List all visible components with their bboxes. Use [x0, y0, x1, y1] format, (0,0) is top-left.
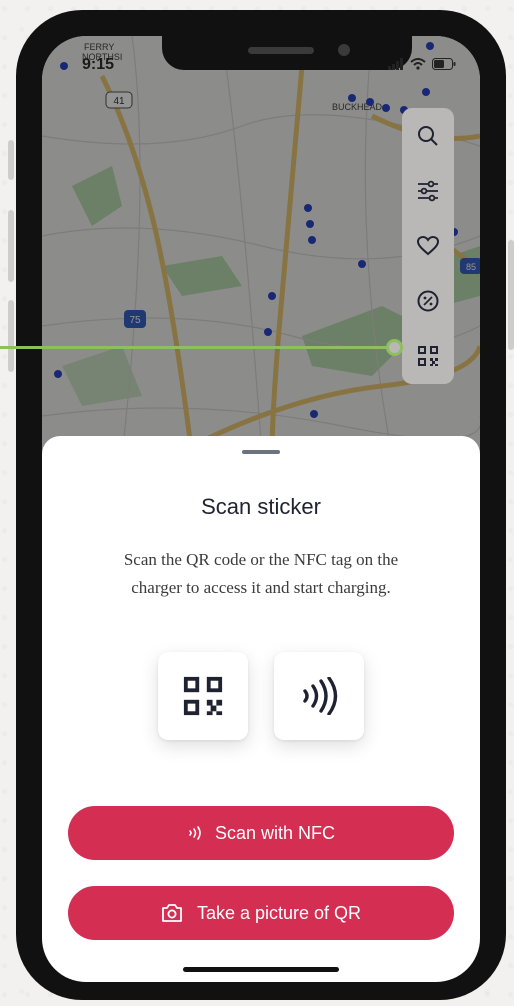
nfc-icon: [189, 826, 201, 840]
callout-pointer-line: [0, 346, 392, 349]
phone-notch: [162, 36, 412, 70]
discount-icon: [417, 290, 439, 312]
scan-sticker-sheet: Scan sticker Scan the QR code or the NFC…: [42, 436, 480, 982]
qr-code-icon: [183, 676, 223, 716]
home-indicator[interactable]: [183, 967, 339, 972]
signal-icon: [388, 58, 403, 70]
battery-icon: [432, 58, 456, 70]
toolbar-favorites-button[interactable]: [408, 226, 448, 266]
scan-nfc-button[interactable]: Scan with NFC: [68, 806, 454, 860]
status-time: 9:15: [82, 56, 115, 73]
sheet-drag-handle[interactable]: [242, 450, 280, 454]
side-button-power: [508, 240, 514, 350]
side-button-volume-up: [8, 210, 14, 282]
callout-pointer-dot: [386, 339, 403, 356]
notch-speaker: [248, 47, 314, 54]
toolbar-search-button[interactable]: [408, 116, 448, 156]
qr-option-card[interactable]: [158, 652, 248, 740]
side-button-volume-down: [8, 300, 14, 372]
status-icons: [388, 58, 456, 70]
filter-sliders-icon: [418, 180, 438, 202]
sheet-title: Scan sticker: [201, 494, 321, 519]
sheet-description: Scan the QR code or the NFC tag on the c…: [123, 550, 399, 597]
phone-frame: 41 75 85 FERRY NORTHSI BUCKHEAD 9:15 Sca…: [16, 10, 506, 1000]
phone-screen: 41 75 85 FERRY NORTHSI BUCKHEAD 9:15 Sca…: [42, 36, 480, 982]
qr-code-icon: [418, 346, 438, 367]
toolbar-filter-button[interactable]: [408, 171, 448, 211]
toolbar-discount-button[interactable]: [408, 281, 448, 321]
nfc-option-card[interactable]: [274, 652, 364, 740]
take-qr-picture-label: Take a picture of QR: [196, 902, 362, 923]
notch-camera: [338, 44, 350, 56]
scan-nfc-label: Scan with NFC: [214, 822, 336, 843]
search-icon: [418, 125, 438, 146]
toolbar-scan-qr-button[interactable]: [408, 336, 448, 376]
heart-icon: [417, 235, 439, 256]
map-toolbar: [402, 108, 454, 384]
nfc-icon: [303, 677, 338, 715]
camera-icon: [162, 904, 182, 922]
wifi-icon: [410, 58, 426, 70]
side-button-mute: [8, 140, 14, 180]
take-qr-picture-button[interactable]: Take a picture of QR: [68, 886, 454, 940]
